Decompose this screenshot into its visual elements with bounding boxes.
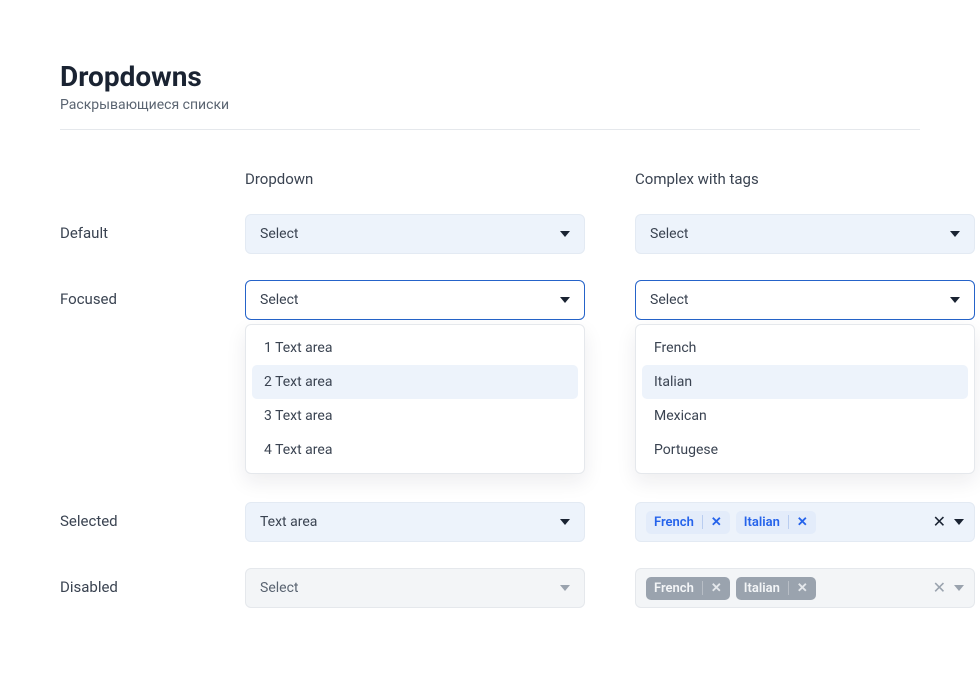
tag-remove-icon: ✕ <box>711 582 722 595</box>
dropdown-selected[interactable]: Text area <box>245 502 585 542</box>
tag-french: French ✕ <box>646 511 730 534</box>
menu-item[interactable]: 3 Text area <box>252 399 578 433</box>
tag-french-disabled: French ✕ <box>646 577 730 600</box>
row-label-selected: Selected <box>60 502 195 530</box>
complex-default-placeholder: Select <box>650 226 688 242</box>
dropdown-default-placeholder: Select <box>260 226 298 242</box>
menu-item[interactable]: Mexican <box>642 399 968 433</box>
showcase-grid: Dropdown Complex with tags Default Selec… <box>60 170 920 608</box>
page-title: Dropdowns <box>60 60 920 93</box>
chevron-down-icon <box>560 231 570 237</box>
chevron-down-icon <box>950 231 960 237</box>
complex-disabled: French ✕ Italian ✕ ✕ <box>635 568 975 608</box>
clear-all-icon: ✕ <box>933 580 946 596</box>
menu-item[interactable]: 4 Text area <box>252 433 578 467</box>
dropdown-selected-value: Text area <box>260 514 317 530</box>
tag-remove-icon[interactable]: ✕ <box>797 516 808 529</box>
divider <box>60 129 920 130</box>
complex-focused[interactable]: Select French Italian Mexican Portugese <box>635 280 975 476</box>
tag-remove-icon[interactable]: ✕ <box>711 516 722 529</box>
chevron-down-icon <box>950 297 960 303</box>
complex-menu: French Italian Mexican Portugese <box>635 324 975 474</box>
menu-item[interactable]: French <box>642 331 968 365</box>
tag-label: French <box>654 581 694 596</box>
tag-label: French <box>654 515 694 530</box>
tag-separator <box>702 515 703 529</box>
tag-label: Italian <box>744 515 780 530</box>
dropdown-menu: 1 Text area 2 Text area 3 Text area 4 Te… <box>245 324 585 474</box>
page-subtitle: Раскрывающиеся списки <box>60 97 920 113</box>
row-label-disabled: Disabled <box>60 568 195 596</box>
complex-focused-placeholder: Select <box>650 292 688 308</box>
menu-item[interactable]: Italian <box>642 365 968 399</box>
chevron-down-icon <box>560 519 570 525</box>
row-label-focused: Focused <box>60 280 195 308</box>
tag-separator <box>788 581 789 595</box>
chevron-down-icon <box>954 585 964 591</box>
dropdown-focused[interactable]: Select 1 Text area 2 Text area 3 Text ar… <box>245 280 585 476</box>
complex-selected[interactable]: French ✕ Italian ✕ ✕ <box>635 502 975 542</box>
menu-item[interactable]: Portugese <box>642 433 968 467</box>
chevron-down-icon <box>560 297 570 303</box>
column-header-dropdown: Dropdown <box>245 170 585 188</box>
column-header-complex: Complex with tags <box>635 170 975 188</box>
tag-separator <box>788 515 789 529</box>
tag-italian-disabled: Italian ✕ <box>736 577 816 600</box>
tag-label: Italian <box>744 581 780 596</box>
complex-default[interactable]: Select <box>635 214 975 254</box>
clear-all-icon[interactable]: ✕ <box>933 514 946 530</box>
tag-remove-icon: ✕ <box>797 582 808 595</box>
menu-item[interactable]: 2 Text area <box>252 365 578 399</box>
menu-item[interactable]: 1 Text area <box>252 331 578 365</box>
dropdown-focused-placeholder: Select <box>260 292 298 308</box>
dropdown-disabled: Select <box>245 568 585 608</box>
dropdown-default[interactable]: Select <box>245 214 585 254</box>
tag-italian: Italian ✕ <box>736 511 816 534</box>
page-header: Dropdowns Раскрывающиеся списки <box>60 60 920 113</box>
chevron-down-icon <box>560 585 570 591</box>
dropdown-disabled-placeholder: Select <box>260 580 298 596</box>
chevron-down-icon <box>954 519 964 525</box>
tag-separator <box>702 581 703 595</box>
row-label-default: Default <box>60 214 195 242</box>
